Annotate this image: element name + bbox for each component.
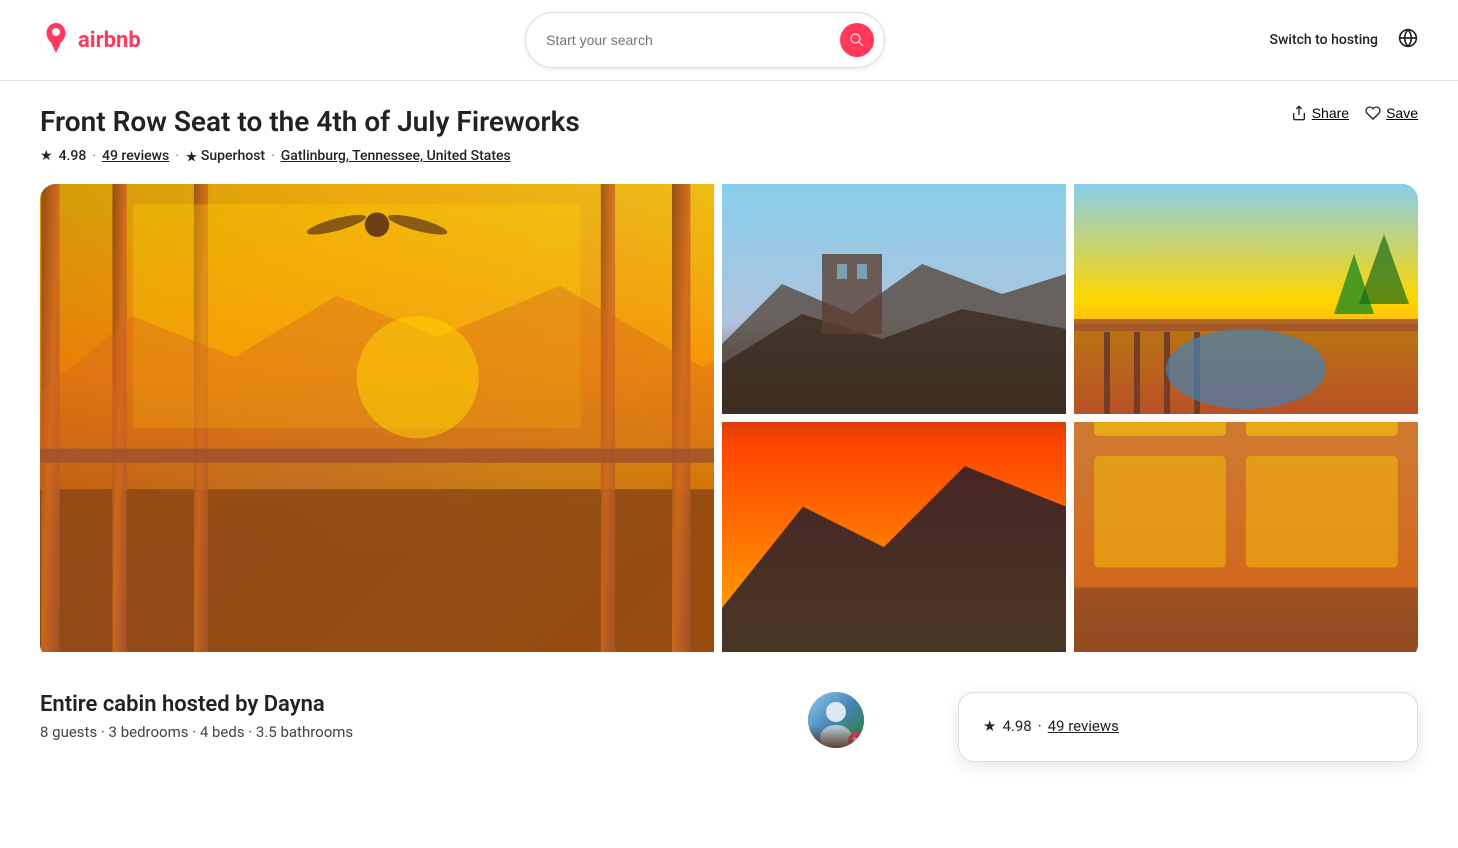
superhost-label: Superhost (201, 148, 265, 164)
logo-text: airbnb (78, 28, 141, 53)
photo-top-middle[interactable] (722, 184, 1066, 414)
share-icon (1291, 105, 1307, 121)
card-star-icon: ★ (983, 717, 996, 735)
card-dot: · (1038, 717, 1042, 735)
switch-to-hosting-link[interactable]: Switch to hosting (1270, 32, 1378, 48)
share-button[interactable]: Share (1291, 105, 1349, 121)
listing-title: Front Row Seat to the 4th of July Firewo… (40, 105, 580, 138)
host-info-row: Entire cabin hosted by Dayna 8 guests · … (40, 692, 878, 762)
photo-top-right[interactable] (1074, 184, 1418, 414)
photo-mid-right[interactable] (1074, 422, 1418, 652)
meta-actions: Share Save (1291, 105, 1418, 121)
card-rating-value: 4.98 (1002, 717, 1031, 735)
location-link[interactable]: Gatlinburg, Tennessee, United States (281, 148, 511, 164)
listing-info: Entire cabin hosted by Dayna 8 guests · … (40, 692, 878, 762)
listing-header-row: Front Row Seat to the 4th of July Firewo… (40, 105, 1418, 184)
heart-icon (1365, 105, 1381, 121)
booking-card-rating: ★ 4.98 · 49 reviews (983, 717, 1393, 735)
save-button[interactable]: Save (1365, 105, 1418, 121)
listing-meta: ★ 4.98 · 49 reviews · Superhost · Gatlin… (40, 148, 580, 164)
search-icon (849, 32, 865, 48)
booking-card: ★ 4.98 · 49 reviews (958, 692, 1418, 762)
logo[interactable]: airbnb (40, 22, 141, 58)
superhost-badge: Superhost (185, 148, 265, 164)
bottom-section: Entire cabin hosted by Dayna 8 guests · … (40, 692, 1418, 802)
dot-separator-2: · (175, 148, 179, 164)
globe-icon[interactable] (1398, 28, 1418, 52)
host-title: Entire cabin hosted by Dayna (40, 692, 353, 717)
main-content: Front Row Seat to the 4th of July Firewo… (0, 81, 1458, 802)
host-avatar (808, 692, 864, 748)
host-details: 8 guests · 3 bedrooms · 4 beds · 3.5 bat… (40, 723, 353, 741)
superhost-icon (185, 150, 198, 163)
listing-info-left: Entire cabin hosted by Dayna 8 guests · … (40, 692, 353, 741)
host-badge (848, 732, 864, 748)
header-right: Switch to hosting (1270, 28, 1418, 52)
header: airbnb Switch to hosting (0, 0, 1458, 81)
host-avatar-container (808, 692, 878, 762)
search-input[interactable] (546, 32, 828, 48)
airbnb-logo-icon (40, 22, 72, 58)
main-photo[interactable] (40, 184, 714, 652)
dot-separator-3: · (271, 148, 275, 164)
photo-mid-left[interactable] (722, 422, 1066, 652)
search-button[interactable] (840, 23, 874, 57)
search-bar[interactable] (525, 12, 885, 68)
rating-value: 4.98 (59, 148, 87, 164)
star-icon: ★ (40, 148, 53, 164)
reviews-link[interactable]: 49 reviews (102, 148, 169, 164)
dot-separator: · (92, 148, 96, 164)
photo-grid: Show all photos (40, 184, 1418, 660)
card-reviews-link[interactable]: 49 reviews (1048, 717, 1119, 735)
